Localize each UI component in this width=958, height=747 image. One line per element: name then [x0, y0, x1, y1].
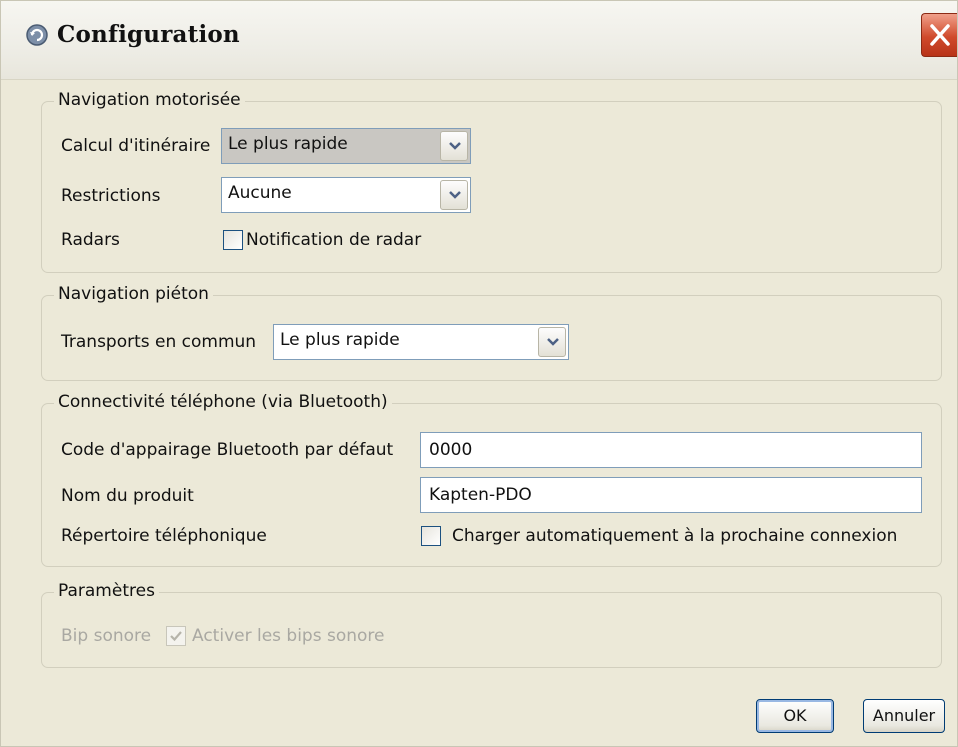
enable-beeps-label[interactable]: Activer les bips sonore	[192, 624, 385, 648]
radars-label: Radars	[61, 230, 120, 250]
auto-load-phonebook-label[interactable]: Charger automatiquement à la prochaine c…	[452, 524, 897, 548]
ok-button[interactable]: OK	[756, 699, 834, 733]
restrictions-select[interactable]: Aucune	[221, 177, 471, 213]
phonebook-label: Répertoire téléphonique	[61, 526, 267, 546]
enable-beeps-checkbox[interactable]	[166, 626, 186, 646]
public-transport-label: Transports en commun	[61, 332, 257, 352]
group-parametres: Paramètres Bip sonore Activer les bips s…	[41, 580, 942, 668]
restrictions-value: Aucune	[228, 183, 292, 203]
title-bar[interactable]: Configuration	[1, 1, 957, 80]
group-navigation-motorisee: Navigation motorisée Calcul d'itinéraire…	[41, 89, 942, 273]
group-title: Paramètres	[54, 580, 159, 602]
dropdown-button[interactable]	[538, 327, 566, 357]
product-name-label: Nom du produit	[61, 486, 194, 506]
checkmark-icon	[170, 631, 182, 642]
route-calculation-select[interactable]: Le plus rapide	[221, 128, 471, 164]
dropdown-button[interactable]	[440, 180, 468, 210]
public-transport-value: Le plus rapide	[280, 330, 400, 350]
dropdown-button[interactable]	[440, 131, 468, 161]
configuration-dialog: Configuration Navigation motorisée Calcu…	[0, 0, 958, 747]
chevron-down-icon	[547, 338, 559, 346]
close-icon	[930, 24, 950, 46]
public-transport-select[interactable]: Le plus rapide	[273, 324, 569, 360]
radar-notification-label[interactable]: Notification de radar	[246, 228, 421, 252]
close-button[interactable]	[921, 13, 957, 57]
group-title: Connectivité téléphone (via Bluetooth)	[54, 391, 392, 413]
beep-label: Bip sonore	[61, 626, 152, 646]
refresh-arrow-icon	[25, 23, 49, 47]
group-title: Navigation motorisée	[54, 89, 245, 111]
chevron-down-icon	[449, 191, 461, 199]
auto-load-phonebook-checkbox[interactable]	[421, 526, 441, 546]
route-calculation-value: Le plus rapide	[228, 134, 348, 154]
radar-notification-checkbox[interactable]	[223, 230, 243, 250]
group-bluetooth-connectivity: Connectivité téléphone (via Bluetooth) C…	[41, 391, 942, 567]
route-calculation-label: Calcul d'itinéraire	[61, 136, 211, 156]
product-name-input[interactable]	[420, 477, 922, 513]
window-title: Configuration	[57, 21, 240, 48]
group-title: Navigation piéton	[54, 283, 213, 305]
chevron-down-icon	[449, 142, 461, 150]
group-navigation-pieton: Navigation piéton Transports en commun L…	[41, 283, 942, 381]
pairing-code-input[interactable]	[420, 432, 922, 468]
pairing-code-label: Code d'appairage Bluetooth par défaut	[61, 440, 394, 460]
cancel-button[interactable]: Annuler	[863, 699, 945, 733]
restrictions-label: Restrictions	[61, 186, 161, 206]
